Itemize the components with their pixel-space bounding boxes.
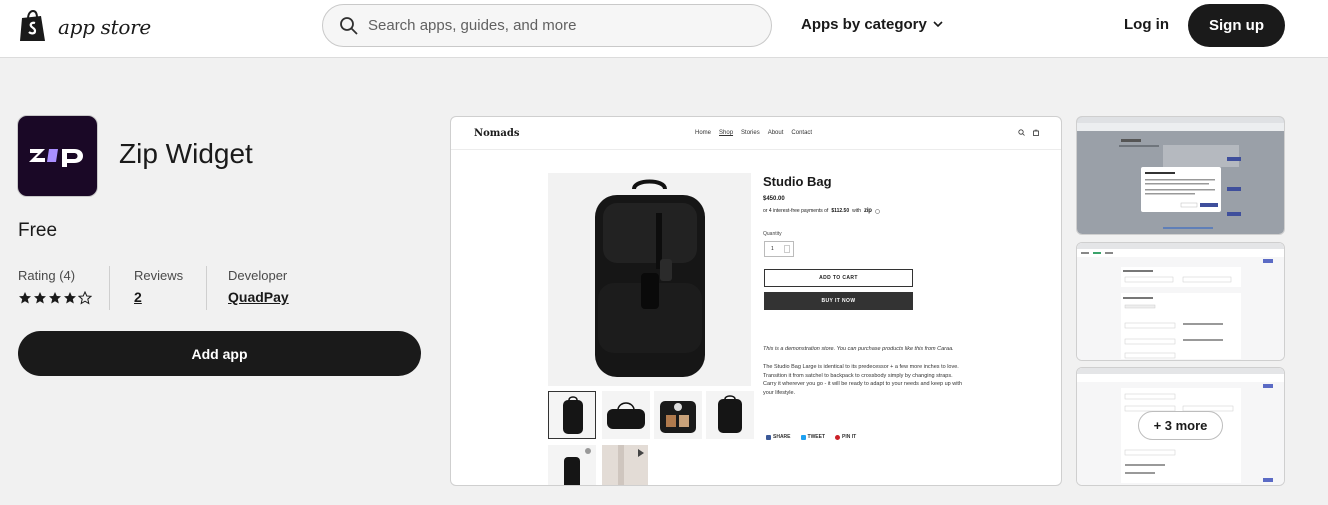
quantity-label: Quantity bbox=[763, 231, 782, 237]
cart-icon bbox=[1033, 129, 1039, 136]
store-nav-item: Shop bbox=[719, 130, 734, 136]
gallery-screenshot[interactable] bbox=[1076, 242, 1285, 361]
product-thumbnail[interactable] bbox=[654, 391, 702, 439]
twitter-icon bbox=[800, 434, 806, 440]
product-title: Studio Bag bbox=[763, 174, 832, 189]
more-screenshots-button[interactable]: + 3 more bbox=[1138, 411, 1223, 440]
login-link[interactable]: Log in bbox=[1124, 16, 1169, 33]
share-facebook: SHARE bbox=[766, 434, 791, 440]
store-nav-item: Stories bbox=[741, 130, 760, 136]
zip-installments-widget: or 4 interest-free payments of $112.50 w… bbox=[763, 208, 880, 214]
stepper-arrows-icon bbox=[784, 245, 790, 253]
demo-note: This is a demonstration store. You can p… bbox=[763, 346, 954, 352]
apps-by-category-menu[interactable]: Apps by category bbox=[801, 16, 943, 33]
shopify-bag-icon bbox=[20, 10, 45, 41]
search-input[interactable] bbox=[368, 17, 748, 34]
store-nav-links: Home Shop Stories About Contact bbox=[695, 130, 812, 136]
reviews-block: Reviews 2 bbox=[134, 268, 183, 307]
admin-settings-preview-image bbox=[1077, 243, 1284, 360]
app-title: Zip Widget bbox=[119, 138, 253, 169]
play-video-icon bbox=[602, 445, 648, 485]
store-brand: Nomads bbox=[474, 128, 520, 139]
store-nav-item: About bbox=[767, 130, 784, 136]
app-price: Free bbox=[18, 220, 58, 241]
reviews-label: Reviews bbox=[134, 268, 184, 283]
backpack-mini-thumb-image bbox=[564, 448, 591, 485]
rating-stars bbox=[18, 291, 92, 305]
quantity-value: 1 bbox=[771, 246, 774, 252]
signup-button[interactable]: Sign up bbox=[1188, 4, 1285, 47]
rating-block: Rating (4) bbox=[18, 268, 92, 305]
product-thumbnail[interactable] bbox=[706, 391, 754, 439]
star-filled-icon bbox=[49, 292, 61, 304]
developer-block: Developer QuadPay bbox=[228, 268, 289, 307]
top-nav: app store Apps by category Log in Sign u… bbox=[0, 0, 1328, 58]
star-filled-icon bbox=[34, 292, 46, 304]
add-to-cart-button: ADD TO CART bbox=[764, 269, 913, 287]
admin-modal-preview-image bbox=[1077, 117, 1284, 234]
store-nav-icons bbox=[1018, 129, 1039, 136]
buy-it-now-button: BUY IT NOW bbox=[764, 292, 913, 310]
zip-logo-icon bbox=[28, 149, 83, 167]
star-filled-icon bbox=[64, 292, 76, 304]
installment-amount: $112.50 bbox=[831, 208, 850, 214]
stat-divider bbox=[206, 266, 207, 310]
store-nav-item: Home bbox=[695, 130, 712, 136]
app-store-logo[interactable]: app store bbox=[18, 10, 151, 43]
share-twitter: TWEET bbox=[800, 434, 825, 440]
quantity-stepper: 1 bbox=[764, 241, 794, 257]
developer-link[interactable]: QuadPay bbox=[228, 289, 289, 305]
social-share: SHARE TWEET PIN IT bbox=[766, 434, 856, 440]
backpack-thumb-image bbox=[563, 396, 583, 434]
search-icon bbox=[1018, 129, 1025, 136]
rating-label: Rating (4) bbox=[18, 268, 76, 283]
product-thumbnail[interactable] bbox=[602, 391, 650, 439]
backpack-back-thumb-image bbox=[718, 395, 742, 433]
gallery-screenshot[interactable] bbox=[1076, 116, 1285, 235]
apps-by-category-label: Apps by category bbox=[801, 16, 927, 33]
product-price: $450.00 bbox=[763, 196, 785, 202]
product-thumbnail[interactable] bbox=[548, 391, 596, 439]
star-filled-icon bbox=[19, 292, 31, 304]
stat-divider bbox=[109, 266, 110, 310]
developer-label: Developer bbox=[228, 268, 288, 283]
bag-open-thumb-image bbox=[660, 401, 696, 433]
store-nav: Nomads Home Shop Stories About Contact bbox=[451, 117, 1061, 150]
main-screenshot[interactable]: Nomads Home Shop Stories About Contact S… bbox=[450, 116, 1062, 486]
search-icon bbox=[340, 16, 358, 35]
installments-with: with bbox=[852, 208, 862, 214]
logo-text: app store bbox=[58, 14, 151, 39]
product-photo bbox=[548, 173, 751, 386]
chevron-down-icon bbox=[933, 21, 943, 28]
zip-mini-logo: zip bbox=[864, 208, 872, 214]
video-thumbnail[interactable] bbox=[602, 445, 648, 485]
search-box[interactable] bbox=[322, 4, 772, 47]
backpack-image bbox=[595, 179, 705, 377]
installments-text: or 4 interest-free payments of bbox=[763, 208, 829, 214]
app-icon bbox=[17, 115, 98, 197]
info-icon bbox=[875, 208, 880, 214]
add-app-button[interactable]: Add app bbox=[18, 331, 421, 376]
product-thumbnail[interactable] bbox=[548, 445, 596, 485]
share-pinterest: PIN IT bbox=[835, 434, 856, 440]
bag-side-thumb-image bbox=[607, 402, 645, 429]
star-empty-icon bbox=[78, 291, 92, 305]
store-nav-item: Contact bbox=[791, 130, 813, 136]
product-description: The Studio Bag Large is identical to its… bbox=[763, 364, 963, 396]
reviews-count-link[interactable]: 2 bbox=[134, 289, 142, 305]
facebook-icon bbox=[766, 434, 771, 440]
pinterest-icon bbox=[835, 434, 841, 440]
